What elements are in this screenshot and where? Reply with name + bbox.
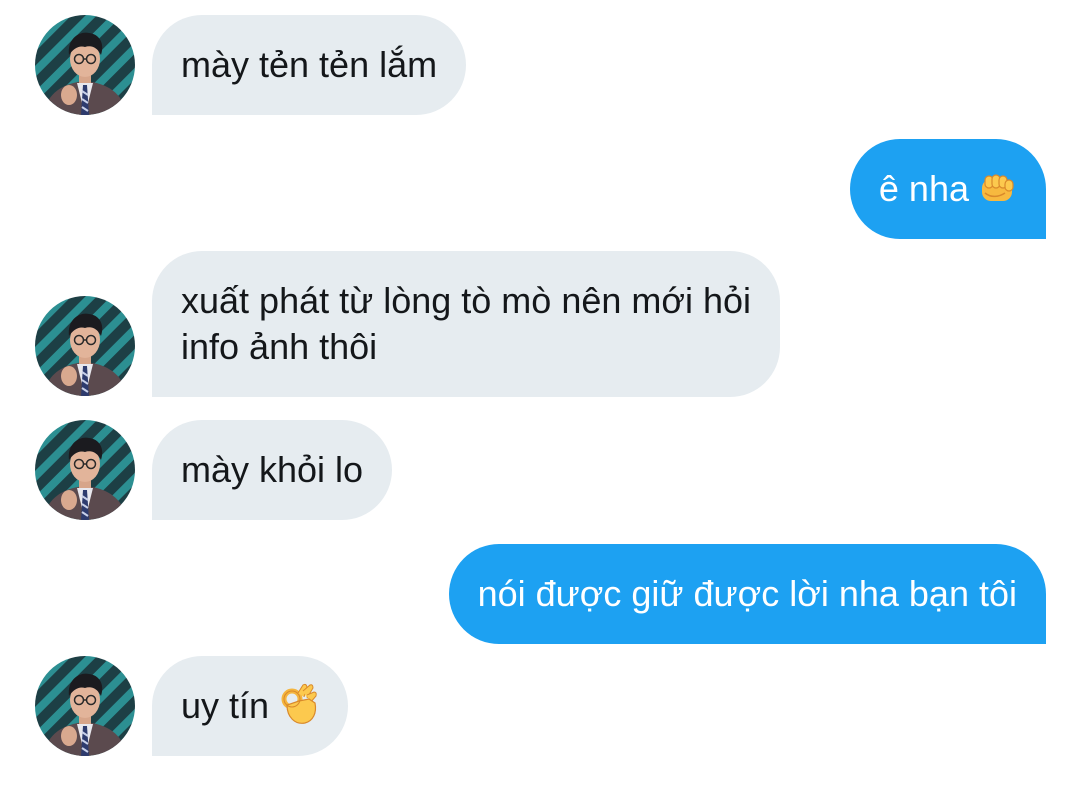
oncoming-fist-icon (979, 171, 1017, 205)
message-bubble-received[interactable]: uy tín (152, 656, 349, 756)
avatar[interactable] (35, 296, 135, 396)
message-text: mày tẻn tẻn lắm (181, 44, 438, 85)
message-bubble-received[interactable]: mày tẻn tẻn lắm (152, 15, 467, 115)
message-text-line: xuất phát từ lòng tò mò nên mới hỏi (181, 280, 752, 321)
avatar[interactable] (35, 656, 135, 756)
message-bubble-received[interactable]: xuất phát từ lòng tò mò nên mới hỏi info… (152, 251, 781, 397)
message-text: nói được giữ được lời nha bạn tôi (477, 573, 1017, 614)
message-bubble-sent[interactable]: ê nha (849, 139, 1046, 239)
message-text-line: info ảnh thôi (181, 326, 378, 367)
message-text: mày khỏi lo (181, 449, 364, 490)
message-text: uy tín (181, 685, 270, 726)
message-bubble-sent[interactable]: nói được giữ được lời nha bạn tôi (448, 544, 1046, 644)
avatar[interactable] (35, 15, 135, 115)
ok-hand-icon (279, 683, 319, 727)
avatar[interactable] (35, 420, 135, 520)
message-text: ê nha (878, 168, 969, 209)
message-bubble-received[interactable]: mày khỏi lo (152, 420, 393, 520)
conversation: mày tẻn tẻn lắm ê nha xuất phát từ lòng … (0, 0, 1080, 787)
